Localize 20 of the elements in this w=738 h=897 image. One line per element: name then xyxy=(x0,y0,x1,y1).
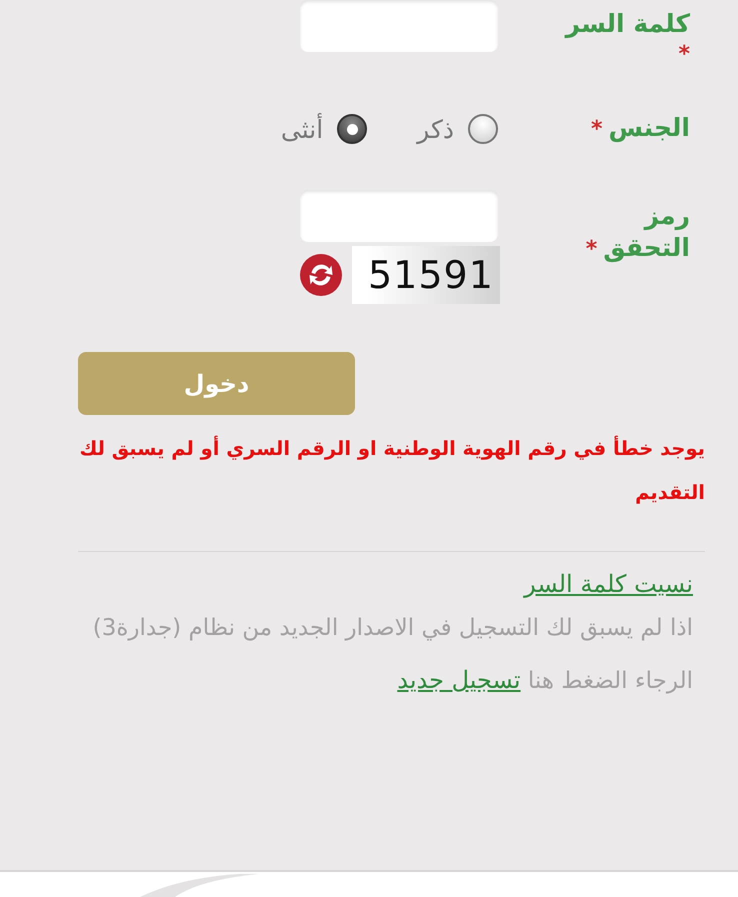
field-label: رمز xyxy=(642,200,690,232)
field-label: التحقق xyxy=(603,233,690,262)
radio-button[interactable] xyxy=(337,114,368,144)
captcha-field[interactable] xyxy=(300,190,498,242)
radio-button[interactable] xyxy=(468,114,498,144)
radio-label: ذكر xyxy=(417,114,454,144)
password-field[interactable] xyxy=(300,0,498,52)
radio-label: أنثى xyxy=(280,114,324,144)
error-message: يوجد خطأ في رقم الهوية الوطنية او الرقم السري أو لم يسبق لك التقديم xyxy=(78,434,705,506)
register-link[interactable]: تسجيل جديد xyxy=(397,666,521,694)
login-button[interactable]: دخول xyxy=(78,352,355,415)
required-asterisk: * xyxy=(586,237,598,262)
forgot-password-link[interactable]: نسيت كلمة السر xyxy=(524,570,693,598)
register-note: اذا لم يسبق لك التسجيل في الاصدار الجديد من نظام (جدارة3) الرجاء الضغط هنا تسجيل جديد xyxy=(92,614,693,696)
required-asterisk: * xyxy=(677,42,690,68)
field-label: الجنس xyxy=(608,113,690,142)
field-label: كلمة السر xyxy=(566,9,690,38)
refresh-icon[interactable] xyxy=(300,254,342,296)
captcha-code: 51591 xyxy=(352,246,500,304)
required-asterisk: * xyxy=(590,117,602,142)
